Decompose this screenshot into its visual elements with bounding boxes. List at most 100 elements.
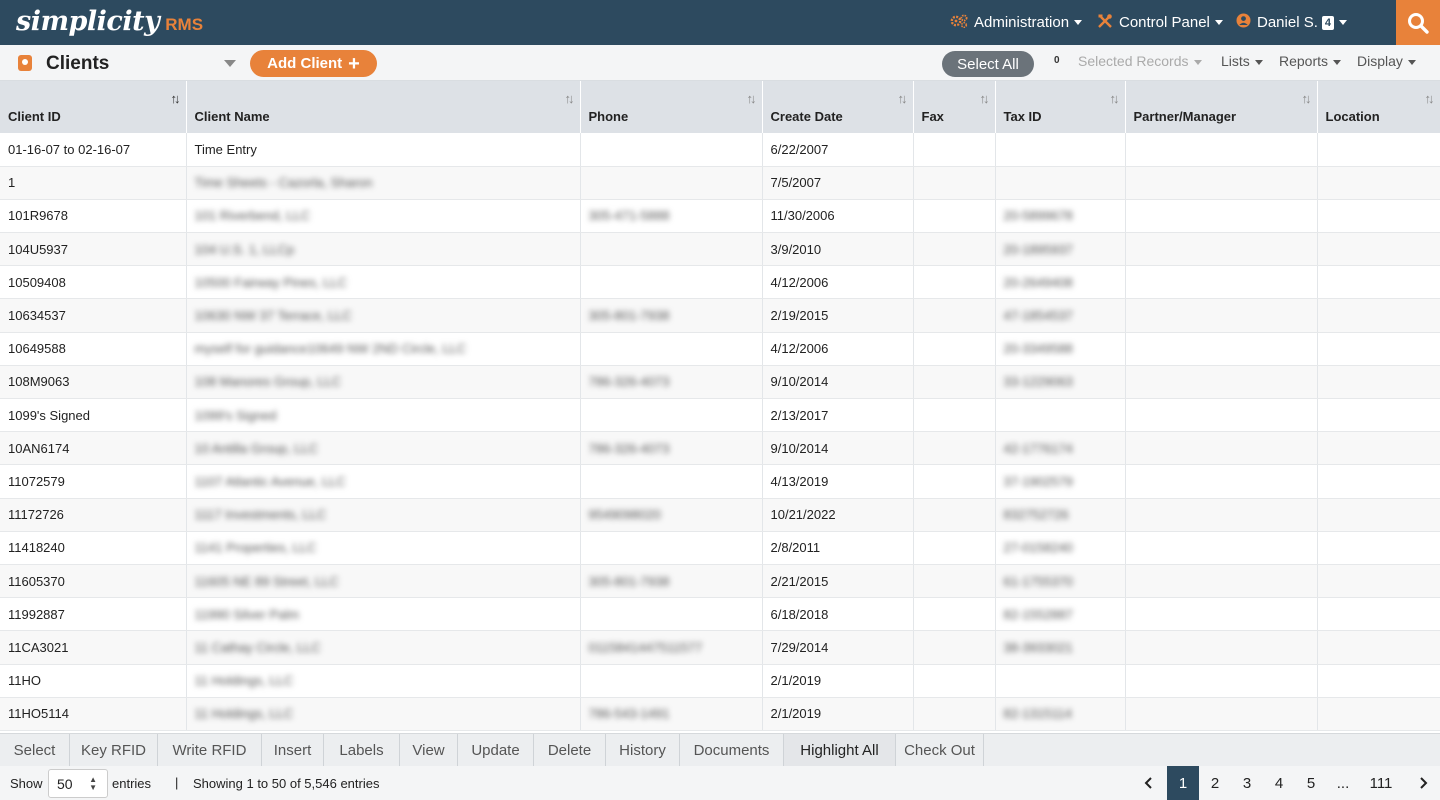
cell-tax: 20-5899678 [995,199,1126,234]
column-header-client-name[interactable]: Client Name ↑↓ [186,81,581,133]
display-menu[interactable]: Display [1357,53,1416,69]
column-header-phone[interactable]: Phone ↑↓ [580,81,763,133]
cell-id: 10649588 [0,332,187,366]
app-logo[interactable]: simplicity RMS [16,6,203,37]
sort-icon[interactable]: ↑↓ [171,91,181,106]
table-row[interactable]: 11HO5114 11 Holdings, LLC 786-543-1491 2/1/… [0,697,1440,731]
table-row[interactable]: 10AN6174 10 Antilla Group, LLC 786-326-407… [0,431,1440,466]
table-row[interactable]: 1 Time Sheets - Cazorla, Sharon 7/5/2007 [0,166,1440,200]
sort-icon[interactable]: ↑↓ [1302,91,1312,106]
page-1-button[interactable]: 1 [1167,766,1199,800]
pagination-ellipsis[interactable]: ... [1327,766,1359,800]
column-header-tax-id[interactable]: Tax ID ↑↓ [995,81,1126,133]
table-row[interactable]: 11172726 1117 Investments, LLC 9549098020 1… [0,498,1440,532]
action-labels-button[interactable]: Labels [324,734,400,766]
chevron-down-icon [1407,59,1416,65]
column-header-fax[interactable]: Fax ↑↓ [913,81,996,133]
cell-partner [1125,697,1318,731]
table-footer: Show 50 ▲ ▼ entries | Showing 1 to 50 of … [0,766,1440,800]
cell-partner [1125,564,1318,599]
cell-id: 11HO [0,664,187,698]
table-row[interactable]: 11605370 11605 NE 89 Street, LLC 305-801-7… [0,564,1440,599]
user-menu[interactable]: Daniel S. 4 [1236,0,1347,45]
action-view-button[interactable]: View [400,734,458,766]
selected-records-menu[interactable]: Selected Records [1078,53,1202,69]
search-button[interactable] [1396,0,1440,45]
sort-icon[interactable]: ↑↓ [1110,91,1120,106]
sort-icon[interactable]: ↑↓ [980,91,990,106]
page-size-select[interactable]: 50 ▲ ▼ [48,769,108,798]
cell-loc [1317,630,1440,665]
cell-partner [1125,664,1318,698]
clients-dropdown-caret[interactable] [224,60,236,67]
table-row[interactable]: 1099's Signed 1099's Signed 2/13/2017 [0,398,1440,433]
column-header-partner-manager[interactable]: Partner/Manager ↑↓ [1125,81,1318,133]
page-5-button[interactable]: 5 [1295,766,1327,800]
add-client-button[interactable]: Add Client + [250,50,377,77]
action-history-button[interactable]: History [606,734,680,766]
cell-phone: 0115841447511577 [580,630,763,665]
table-row[interactable]: 01-16-07 to 02-16-07 Time Entry 6/22/2007 [0,133,1440,167]
select-all-button[interactable]: Select All [942,51,1034,77]
action-update-button[interactable]: Update [458,734,534,766]
table-row[interactable]: 108M9063 108 Manores Group, LLC 786-326-40… [0,365,1440,400]
chevron-left-icon [1144,777,1152,789]
page-3-button[interactable]: 3 [1231,766,1263,800]
administration-menu[interactable]: Administration [950,0,1083,45]
cell-partner [1125,265,1318,300]
column-header-client-id[interactable]: Client ID ↑↓ [0,81,187,133]
action-check-out-button[interactable]: Check Out [896,734,984,766]
page-4-button[interactable]: 4 [1263,766,1295,800]
cell-fax [913,431,996,466]
column-header-create-date[interactable]: Create Date ↑↓ [762,81,914,133]
control-panel-menu[interactable]: Control Panel [1097,0,1223,45]
cell-fax [913,232,996,267]
next-page-button[interactable] [1403,766,1440,800]
page-111-button[interactable]: 111 [1359,766,1403,800]
cell-date: 9/10/2014 [762,431,914,466]
cell-name: 10630 NW 37 Terrace, LLC [186,298,581,333]
cell-tax: 20-3349588 [995,332,1126,366]
action-select-button[interactable]: Select [0,734,70,766]
cell-name: 108 Manores Group, LLC [186,365,581,400]
action-key-rfid-button[interactable]: Key RFID [70,734,158,766]
table-row[interactable]: 11992887 11990 Silver Palm 6/18/2018 82-155… [0,597,1440,632]
cell-id: 10509408 [0,265,187,300]
cell-date: 2/21/2015 [762,564,914,599]
table-row[interactable]: 10509408 10500 Fairway Pines, LLC 4/12/200… [0,265,1440,300]
sort-icon[interactable]: ↑↓ [1425,91,1435,106]
table-row[interactable]: 11072579 1107 Atlantic Avenue, LLC 4/13/20… [0,464,1440,499]
cell-loc [1317,464,1440,499]
cell-id: 11992887 [0,597,187,632]
table-row[interactable]: 11HO 11 Holdings, LLC 2/1/2019 [0,664,1440,698]
action-write-rfid-button[interactable]: Write RFID [158,734,262,766]
column-header-location[interactable]: Location ↑↓ [1317,81,1440,133]
table-row[interactable]: 11CA3021 11 Cathay Circle, LLC 01158414475… [0,630,1440,665]
cell-tax [995,133,1126,167]
table-row[interactable]: 104U5937 104 U.S. 1, LLCp 3/9/2010 20-18959… [0,232,1440,267]
cell-partner [1125,365,1318,400]
action-insert-button[interactable]: Insert [262,734,324,766]
cell-date: 2/1/2019 [762,664,914,698]
action-delete-button[interactable]: Delete [534,734,606,766]
lists-menu[interactable]: Lists [1221,53,1263,69]
reports-menu[interactable]: Reports [1279,53,1342,69]
action-documents-button[interactable]: Documents [680,734,784,766]
cell-phone [580,597,763,632]
gears-icon [950,14,968,32]
sort-icon[interactable]: ↑↓ [898,91,908,106]
prev-page-button[interactable] [1130,766,1167,800]
cell-loc [1317,564,1440,599]
action-highlight-all-button[interactable]: Highlight All [784,734,896,766]
sort-icon[interactable]: ↑↓ [747,91,757,106]
page-2-button[interactable]: 2 [1199,766,1231,800]
cell-partner [1125,199,1318,234]
table-row[interactable]: 10634537 10630 NW 37 Terrace, LLC 305-801-… [0,298,1440,333]
cell-phone [580,265,763,300]
cell-id: 11HO5114 [0,697,187,731]
sort-icon[interactable]: ↑↓ [565,91,575,106]
cell-id: 108M9063 [0,365,187,400]
table-row[interactable]: 101R9678 101 Riverbend, LLC 305-471-5888 11… [0,199,1440,234]
table-row[interactable]: 10649588 myself for guidance10649 NW 2ND … [0,332,1440,366]
table-row[interactable]: 11418240 1141 Properties, LLC 2/8/2011 27-0… [0,531,1440,565]
